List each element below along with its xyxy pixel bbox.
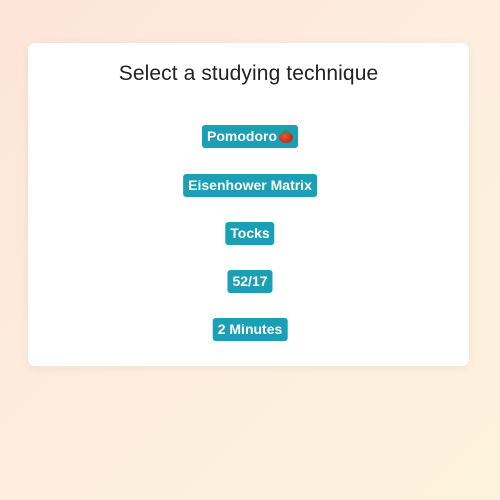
eisenhower-matrix-label: Eisenhower Matrix xyxy=(188,177,312,193)
52-17-button[interactable]: 52/17 xyxy=(227,270,273,293)
pomodoro-button[interactable]: Pomodoro xyxy=(202,125,298,148)
page-title: Select a studying technique xyxy=(118,62,379,85)
pomodoro-label: Pomodoro xyxy=(207,128,277,144)
2-minutes-button[interactable]: 2 Minutes xyxy=(212,318,288,341)
tocks-label: Tocks xyxy=(230,225,270,241)
eisenhower-matrix-button[interactable]: Eisenhower Matrix xyxy=(183,174,317,197)
2-minutes-label: 2 Minutes xyxy=(217,321,283,337)
52-17-label: 52/17 xyxy=(232,273,268,289)
tocks-button[interactable]: Tocks xyxy=(225,222,275,245)
tomato-icon xyxy=(279,130,293,143)
